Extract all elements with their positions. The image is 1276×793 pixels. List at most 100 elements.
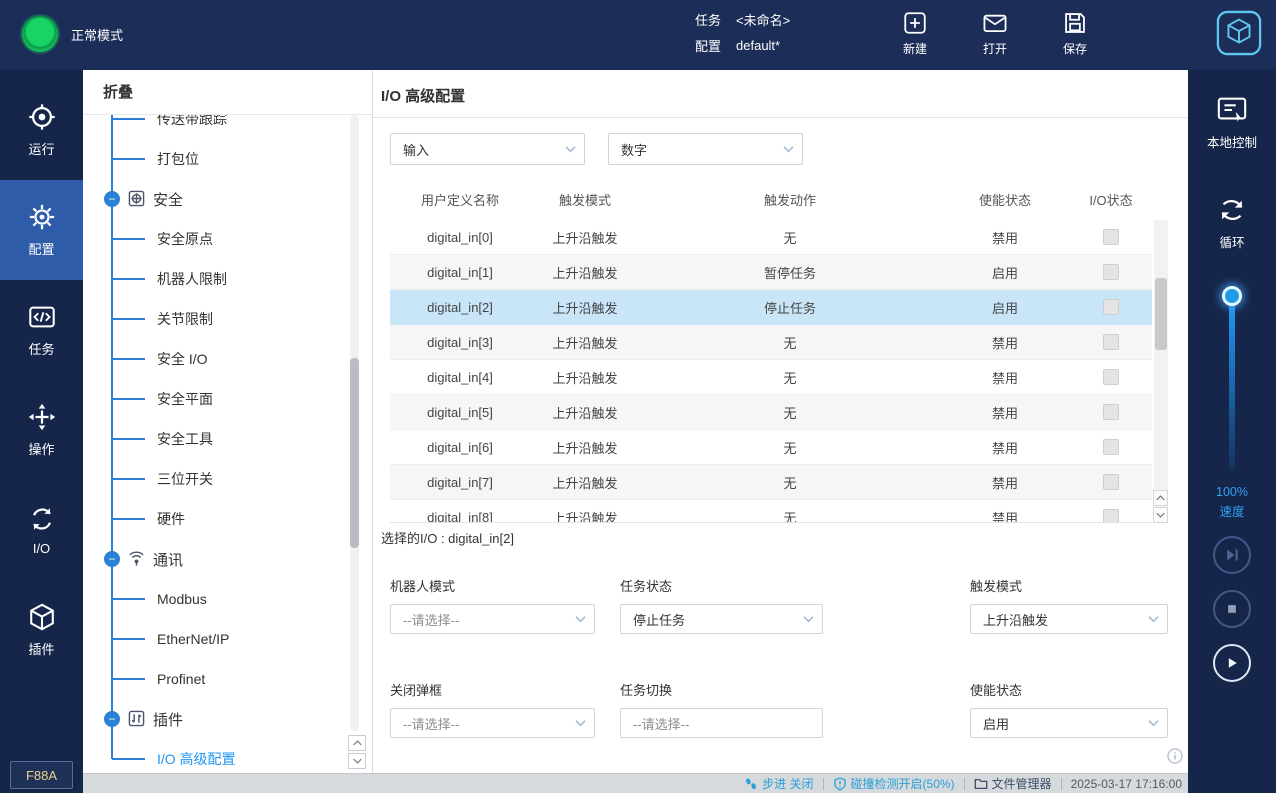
cell-enable-status: 启用 <box>940 298 1070 317</box>
tree-node-child[interactable]: 打包位 <box>83 139 359 179</box>
tree-node-child[interactable]: 安全工具 <box>83 419 359 459</box>
tree-node-child[interactable]: 机器人限制 <box>83 259 359 299</box>
table-row[interactable]: digital_in[8] 上升沿触发 无 禁用 <box>390 500 1152 523</box>
field-label: 关闭弹框 <box>390 680 595 699</box>
play-button[interactable] <box>1213 644 1251 682</box>
tree-collapse-header[interactable]: 折叠 <box>83 70 372 115</box>
table-scrollbar-thumb[interactable] <box>1155 278 1167 350</box>
tree-node-child[interactable]: EtherNet/IP <box>83 619 359 659</box>
right-sidebar: 本地控制 循环 100% 速度 <box>1188 70 1276 793</box>
scroll-up-button[interactable] <box>348 735 366 751</box>
sidebar-item-config[interactable]: 配置 <box>0 180 83 280</box>
tree-node-parent[interactable]: 安全 <box>83 179 359 219</box>
close-popup-select[interactable]: --请选择-- <box>390 708 595 738</box>
table-row[interactable]: digital_in[5] 上升沿触发 无 禁用 <box>390 395 1152 430</box>
sidebar-item-task[interactable]: 任务 <box>0 280 83 380</box>
cell-io-state <box>1070 404 1152 421</box>
table-header-row: 用户定义名称触发模式触发动作使能状态I/O状态 <box>390 178 1152 220</box>
robot-mode-select[interactable]: --请选择-- <box>390 604 595 634</box>
io-type-select[interactable]: 数字 <box>608 133 803 165</box>
loop-button[interactable]: 循环 <box>1188 194 1276 251</box>
task-status-select[interactable]: 停止任务 <box>620 604 823 634</box>
tree-node-parent[interactable]: 插件 <box>83 699 359 739</box>
io-direction-select[interactable]: 输入 <box>390 133 585 165</box>
scroll-down-button[interactable] <box>348 753 366 769</box>
form-field: 任务切换 --请选择-- <box>620 680 823 738</box>
collapse-node-icon[interactable] <box>104 191 120 207</box>
speed-slider-track[interactable] <box>1229 304 1235 470</box>
select-value: 上升沿触发 <box>983 610 1048 629</box>
tree-node-child[interactable]: 安全原点 <box>83 219 359 259</box>
table-row[interactable]: digital_in[1] 上升沿触发 暂停任务 启用 <box>390 255 1152 290</box>
scroll-up-button[interactable] <box>1153 490 1168 506</box>
local-control-button[interactable]: 本地控制 <box>1188 94 1276 151</box>
tree-node-child[interactable]: 安全平面 <box>83 379 359 419</box>
table-row[interactable]: digital_in[4] 上升沿触发 无 禁用 <box>390 360 1152 395</box>
fkey-button[interactable]: F88A <box>10 761 73 789</box>
cell-trigger-mode: 上升沿触发 <box>530 298 640 317</box>
io-state-checkbox[interactable] <box>1103 439 1119 455</box>
tree-node-child[interactable]: 三位开关 <box>83 459 359 499</box>
table-row[interactable]: digital_in[7] 上升沿触发 无 禁用 <box>390 465 1152 500</box>
chevron-down-icon <box>803 615 814 623</box>
tree-node-child[interactable]: Profinet <box>83 659 359 699</box>
file-manager-button[interactable]: 文件管理器 <box>974 775 1052 792</box>
cell-name: digital_in[2] <box>390 300 530 315</box>
collapse-node-icon[interactable] <box>104 711 120 727</box>
table-row[interactable]: digital_in[3] 上升沿触发 无 禁用 <box>390 325 1152 360</box>
save-button[interactable]: 保存 <box>1048 9 1102 57</box>
column-header: I/O状态 <box>1070 190 1152 209</box>
config-name-value: default* <box>736 38 780 53</box>
table-scrollbar[interactable] <box>1154 220 1168 523</box>
collision-status[interactable]: 碰撞检测开启(50%) <box>833 775 955 792</box>
tree-node-child[interactable]: Modbus <box>83 579 359 619</box>
step-status[interactable]: 步进 关闭 <box>744 775 813 792</box>
tree-scrollbar[interactable] <box>350 115 359 731</box>
info-icon[interactable] <box>1167 748 1183 764</box>
table-row[interactable]: digital_in[2] 上升沿触发 停止任务 启用 <box>390 290 1152 325</box>
stop-button[interactable] <box>1213 590 1251 628</box>
open-button[interactable]: 打开 <box>968 9 1022 57</box>
status-green-icon <box>22 16 58 52</box>
sidebar-item-operate[interactable]: 操作 <box>0 380 83 480</box>
tree-node-child[interactable]: 关节限制 <box>83 299 359 339</box>
io-state-checkbox[interactable] <box>1103 264 1119 280</box>
trigger-mode-select[interactable]: 上升沿触发 <box>970 604 1168 634</box>
collapse-node-icon[interactable] <box>104 551 120 567</box>
tree-node-child[interactable]: 传送带跟踪 <box>83 115 359 139</box>
sidebar-item-plugin[interactable]: 插件 <box>0 580 83 680</box>
speed-percent-value: 100% <box>1188 485 1276 499</box>
divider <box>823 778 824 790</box>
tree-line <box>112 358 145 360</box>
io-state-checkbox[interactable] <box>1103 334 1119 350</box>
io-state-checkbox[interactable] <box>1103 509 1119 523</box>
cell-io-state <box>1070 299 1152 316</box>
speed-slider-knob[interactable] <box>1222 286 1242 306</box>
table-row[interactable]: digital_in[6] 上升沿触发 无 禁用 <box>390 430 1152 465</box>
tree-line <box>112 318 145 320</box>
io-state-checkbox[interactable] <box>1103 474 1119 490</box>
tree-node-child[interactable]: I/O 高级配置 <box>83 739 359 773</box>
io-state-checkbox[interactable] <box>1103 404 1119 420</box>
scroll-down-button[interactable] <box>1153 507 1168 523</box>
comm-icon <box>128 550 145 567</box>
tree-node-child[interactable]: 硬件 <box>83 499 359 539</box>
task-switch-input[interactable]: --请选择-- <box>620 708 823 738</box>
tree-node-parent[interactable]: 通讯 <box>83 539 359 579</box>
column-header: 触发模式 <box>530 190 640 209</box>
sidebar-item-run[interactable]: 运行 <box>0 80 83 180</box>
cell-trigger-mode: 上升沿触发 <box>530 333 640 352</box>
tree-scrollbar-thumb[interactable] <box>350 358 359 548</box>
new-button[interactable]: 新建 <box>888 9 942 57</box>
io-state-checkbox[interactable] <box>1103 369 1119 385</box>
step-forward-button[interactable] <box>1213 536 1251 574</box>
tree-line <box>112 118 145 120</box>
enable-status-select[interactable]: 启用 <box>970 708 1168 738</box>
io-state-checkbox[interactable] <box>1103 299 1119 315</box>
io-state-checkbox[interactable] <box>1103 229 1119 245</box>
table-row[interactable]: digital_in[0] 上升沿触发 无 禁用 <box>390 220 1152 255</box>
sidebar-item-io[interactable]: I/O <box>0 480 83 580</box>
mode-indicator[interactable]: 正常模式 <box>22 16 123 52</box>
tree-node-child[interactable]: 安全 I/O <box>83 339 359 379</box>
field-label: 任务切换 <box>620 680 823 699</box>
